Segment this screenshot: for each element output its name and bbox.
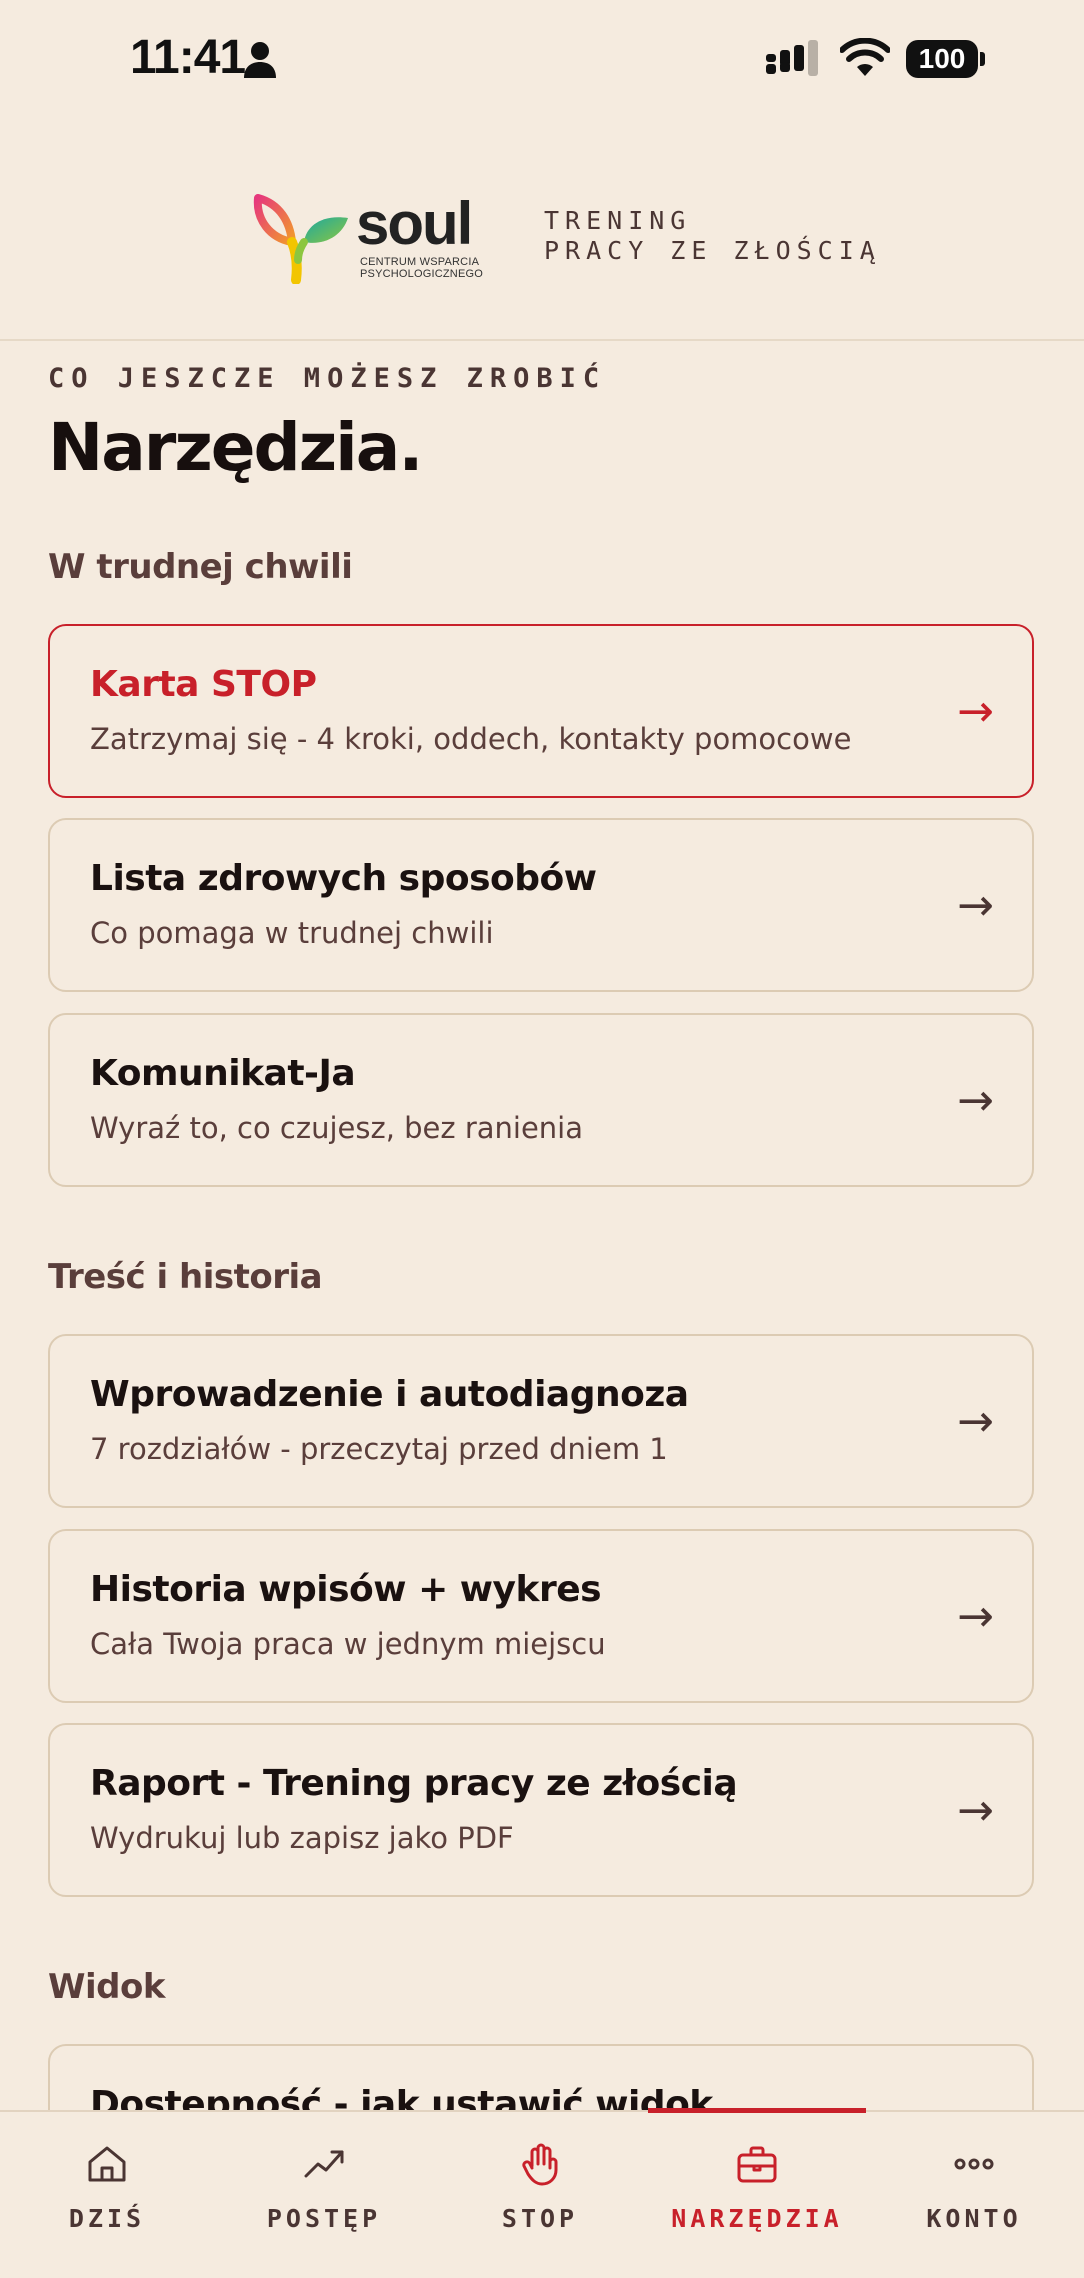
person-icon <box>244 42 276 78</box>
card-komunikat-ja[interactable]: Komunikat-Ja Wyraź to, co czujesz, bez r… <box>48 1013 1034 1187</box>
section-title-tresc-i-historia: Treść i historia <box>48 1257 323 1297</box>
nav-item-stop[interactable]: STOP <box>440 2142 640 2252</box>
nav-label: POSTĘP <box>266 2204 382 2233</box>
logo-word: soul <box>356 190 473 257</box>
arrow-right-icon: → <box>957 1785 994 1836</box>
arrow-right-icon: → <box>957 1075 994 1126</box>
section-title-widok: Widok <box>48 1967 165 2007</box>
toolbox-icon <box>737 2146 777 2183</box>
leaf-logo-icon <box>253 194 348 284</box>
arrow-right-icon: → <box>957 1591 994 1642</box>
card-wprowadzenie[interactable]: Wprowadzenie i autodiagnoza 7 rozdziałów… <box>48 1334 1034 1508</box>
card-subtitle: Wydrukuj lub zapisz jako PDF <box>90 1821 514 1855</box>
arrow-right-icon: → <box>957 880 994 931</box>
card-subtitle: 7 rozdziałów - przeczytaj przed dniem 1 <box>90 1432 668 1466</box>
nav-label: KONTO <box>926 2204 1022 2233</box>
nav-label: STOP <box>501 2204 579 2233</box>
card-title: Historia wpisów + wykres <box>90 1569 602 1610</box>
soul-logo: soul CENTRUM WSPARCIA PSYCHOLOGICZNEGO <box>252 194 492 284</box>
logo-subtitle: CENTRUM WSPARCIA PSYCHOLOGICZNEGO <box>360 256 483 280</box>
bottom-nav: DZIŚ POSTĘP STOP NARZĘDZIA KONTO <box>0 2108 1084 2278</box>
nav-item-dzis[interactable]: DZIŚ <box>7 2142 207 2252</box>
nav-item-narzedzia[interactable]: NARZĘDZIA <box>657 2142 857 2252</box>
card-historia-wpisow[interactable]: Historia wpisów + wykres Cała Twoja prac… <box>48 1529 1034 1703</box>
battery-icon: 100 <box>906 40 978 78</box>
card-subtitle: Wyraź to, co czujesz, bez ranienia <box>90 1111 583 1145</box>
nav-item-konto[interactable]: KONTO <box>874 2142 1074 2252</box>
nav-item-postep[interactable]: POSTĘP <box>224 2142 424 2252</box>
card-title: Wprowadzenie i autodiagnoza <box>90 1374 689 1415</box>
battery-level: 100 <box>918 43 966 74</box>
hand-icon <box>522 2143 558 2186</box>
arrow-right-icon: → <box>957 1396 994 1447</box>
card-title: Komunikat-Ja <box>90 1053 356 1094</box>
page-title: Narzędzia. <box>48 409 423 486</box>
status-bar: 11:41 100 <box>0 0 1084 120</box>
trend-icon <box>304 2150 344 2178</box>
active-tab-indicator <box>648 2108 866 2113</box>
battery-tip <box>980 52 985 66</box>
home-icon <box>88 2146 126 2182</box>
card-lista-zdrowych-sposobow[interactable]: Lista zdrowych sposobów Co pomaga w trud… <box>48 818 1034 992</box>
card-subtitle: Co pomaga w trudnej chwili <box>90 916 494 950</box>
nav-label: DZIŚ <box>68 2204 146 2233</box>
status-time: 11:41 <box>130 31 246 84</box>
card-title: Karta STOP <box>90 664 317 705</box>
app-header: soul CENTRUM WSPARCIA PSYCHOLOGICZNEGO T… <box>0 120 1084 341</box>
card-raport[interactable]: Raport - Trening pracy ze złością Wydruk… <box>48 1723 1034 1897</box>
signal-icon <box>766 40 818 76</box>
more-icon <box>954 2158 994 2170</box>
section-title-w-trudnej-chwili: W trudnej chwili <box>48 547 353 587</box>
wifi-icon <box>840 38 890 76</box>
page-eyebrow: CO JESZCZE MOŻESZ ZROBIĆ <box>48 363 607 394</box>
card-title: Raport - Trening pracy ze złością <box>90 1763 738 1804</box>
arrow-right-icon: → <box>957 686 994 737</box>
header-title: TRENING PRACY ZE ZŁOŚCIĄ <box>544 206 881 265</box>
card-subtitle: Cała Twoja praca w jednym miejscu <box>90 1627 606 1661</box>
card-title: Lista zdrowych sposobów <box>90 858 597 899</box>
nav-label: NARZĘDZIA <box>671 2204 843 2233</box>
card-karta-stop[interactable]: Karta STOP Zatrzymaj się - 4 kroki, odde… <box>48 624 1034 798</box>
card-subtitle: Zatrzymaj się - 4 kroki, oddech, kontakt… <box>90 722 852 756</box>
